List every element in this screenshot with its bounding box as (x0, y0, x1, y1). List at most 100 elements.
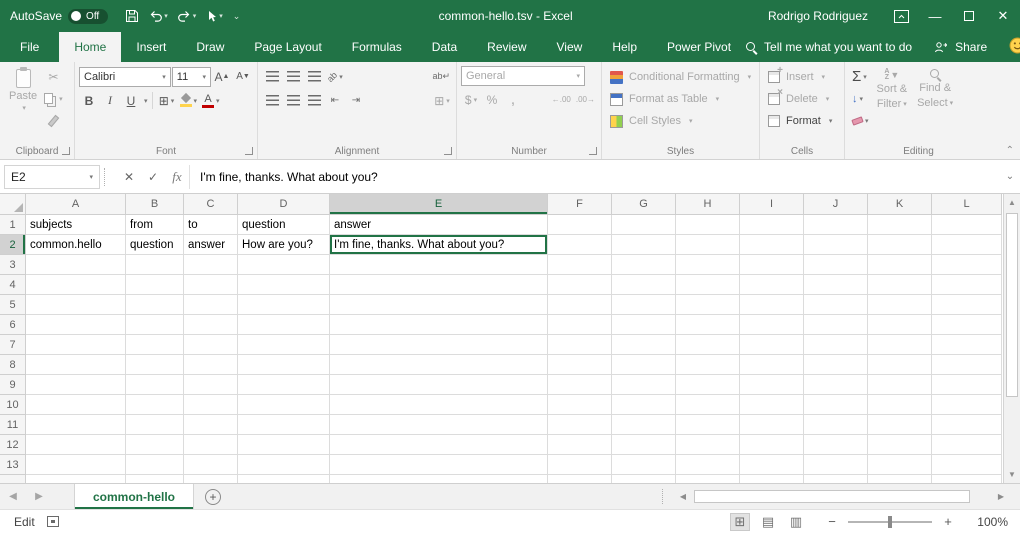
decrease-indent-button[interactable]: ⇤ (325, 90, 345, 111)
cell-G13[interactable] (612, 455, 676, 475)
cell-C11[interactable] (184, 415, 238, 435)
maximize-button[interactable] (952, 0, 986, 32)
conditional-formatting-button[interactable]: Conditional Formatting ▾ (606, 66, 755, 88)
cell-A6[interactable] (26, 315, 126, 335)
cell-K12[interactable] (868, 435, 932, 455)
page-break-preview-button[interactable]: ▥ (786, 513, 806, 531)
tab-formulas[interactable]: Formulas (337, 32, 417, 62)
close-button[interactable]: ✕ (986, 0, 1020, 32)
cell-A2[interactable]: common.hello (26, 235, 126, 255)
clear-button[interactable]: ▾ (849, 110, 872, 131)
cell-partial[interactable] (740, 475, 804, 483)
redo-button[interactable]: ▾ (174, 4, 200, 28)
normal-view-button[interactable]: ⊞ (730, 513, 750, 531)
cell-B10[interactable] (126, 395, 184, 415)
column-header-L[interactable]: L (932, 194, 1002, 215)
row-header-3[interactable]: 3 (0, 255, 26, 275)
cell-H9[interactable] (676, 375, 740, 395)
cell-D5[interactable] (238, 295, 330, 315)
sort-filter-button[interactable]: AZ▼ Sort & Filter▾ (872, 66, 913, 114)
previous-sheet-button[interactable]: ◀ (0, 484, 26, 509)
cell-F11[interactable] (548, 415, 612, 435)
decrease-font-size-button[interactable]: A▼ (233, 66, 253, 87)
cell-H6[interactable] (676, 315, 740, 335)
bottom-align-button[interactable] (304, 66, 324, 87)
cell-K4[interactable] (868, 275, 932, 295)
cell-C6[interactable] (184, 315, 238, 335)
insert-cells-button[interactable]: + Insert ▾ (764, 66, 840, 88)
borders-button[interactable]: ⊞▾ (157, 90, 177, 111)
tab-insert[interactable]: Insert (121, 32, 181, 62)
row-header-9[interactable]: 9 (0, 375, 26, 395)
accounting-format-button[interactable]: $▾ (461, 89, 481, 110)
clipboard-dialog-launcher[interactable] (62, 147, 70, 155)
cell-C4[interactable] (184, 275, 238, 295)
alignment-dialog-launcher[interactable] (444, 147, 452, 155)
format-as-table-button[interactable]: Format as Table ▾ (606, 88, 755, 110)
tab-view[interactable]: View (542, 32, 598, 62)
column-header-G[interactable]: G (612, 194, 676, 215)
increase-indent-button[interactable]: ⇥ (346, 90, 366, 111)
next-sheet-button[interactable]: ▶ (26, 484, 52, 509)
cell-F2[interactable] (548, 235, 612, 255)
cell-H4[interactable] (676, 275, 740, 295)
column-header-B[interactable]: B (126, 194, 184, 215)
cell-A1[interactable]: subjects (26, 215, 126, 235)
cell-D9[interactable] (238, 375, 330, 395)
cell-G12[interactable] (612, 435, 676, 455)
zoom-slider-thumb[interactable] (888, 516, 892, 528)
cell-K7[interactable] (868, 335, 932, 355)
fill-color-button[interactable]: ▾ (178, 90, 200, 111)
top-align-button[interactable] (262, 66, 282, 87)
row-header-7[interactable]: 7 (0, 335, 26, 355)
cell-F5[interactable] (548, 295, 612, 315)
cell-H5[interactable] (676, 295, 740, 315)
cell-G11[interactable] (612, 415, 676, 435)
cell-D1[interactable]: question (238, 215, 330, 235)
row-header-8[interactable]: 8 (0, 355, 26, 375)
cell-L6[interactable] (932, 315, 1002, 335)
cell-D11[interactable] (238, 415, 330, 435)
cell-J6[interactable] (804, 315, 868, 335)
cell-partial[interactable] (26, 475, 126, 483)
cell-J11[interactable] (804, 415, 868, 435)
cell-C9[interactable] (184, 375, 238, 395)
column-header-D[interactable]: D (238, 194, 330, 215)
cell-I9[interactable] (740, 375, 804, 395)
cell-L5[interactable] (932, 295, 1002, 315)
cell-partial[interactable] (804, 475, 868, 483)
cell-D12[interactable] (238, 435, 330, 455)
ribbon-display-options-button[interactable] (884, 0, 918, 32)
orientation-button[interactable]: ab▾ (325, 66, 345, 87)
vertical-scroll-thumb[interactable] (1006, 213, 1018, 397)
cell-G2[interactable] (612, 235, 676, 255)
cell-A12[interactable] (26, 435, 126, 455)
cell-C8[interactable] (184, 355, 238, 375)
cell-A3[interactable] (26, 255, 126, 275)
cell-A7[interactable] (26, 335, 126, 355)
row-header-12[interactable]: 12 (0, 435, 26, 455)
cell-B1[interactable]: from (126, 215, 184, 235)
collapse-ribbon-button[interactable]: ⌃ (1006, 145, 1014, 156)
cell-K11[interactable] (868, 415, 932, 435)
increase-decimal-button[interactable]: ←.00 (550, 89, 573, 110)
cell-C2[interactable]: answer (184, 235, 238, 255)
row-header-4[interactable]: 4 (0, 275, 26, 295)
cell-E3[interactable] (330, 255, 548, 275)
cell-F7[interactable] (548, 335, 612, 355)
cell-K10[interactable] (868, 395, 932, 415)
cell-L9[interactable] (932, 375, 1002, 395)
cell-K13[interactable] (868, 455, 932, 475)
cell-J5[interactable] (804, 295, 868, 315)
cell-L11[interactable] (932, 415, 1002, 435)
cell-B12[interactable] (126, 435, 184, 455)
horizontal-scroll-thumb[interactable] (694, 490, 970, 503)
cell-J9[interactable] (804, 375, 868, 395)
cell-E1[interactable]: answer (330, 215, 548, 235)
cell-E2[interactable]: I'm fine, thanks. What about you? (330, 235, 548, 255)
paste-button[interactable]: Paste ▾ (4, 66, 42, 115)
tab-draw[interactable]: Draw (181, 32, 239, 62)
column-header-J[interactable]: J (804, 194, 868, 215)
column-header-A[interactable]: A (26, 194, 126, 215)
cell-C3[interactable] (184, 255, 238, 275)
